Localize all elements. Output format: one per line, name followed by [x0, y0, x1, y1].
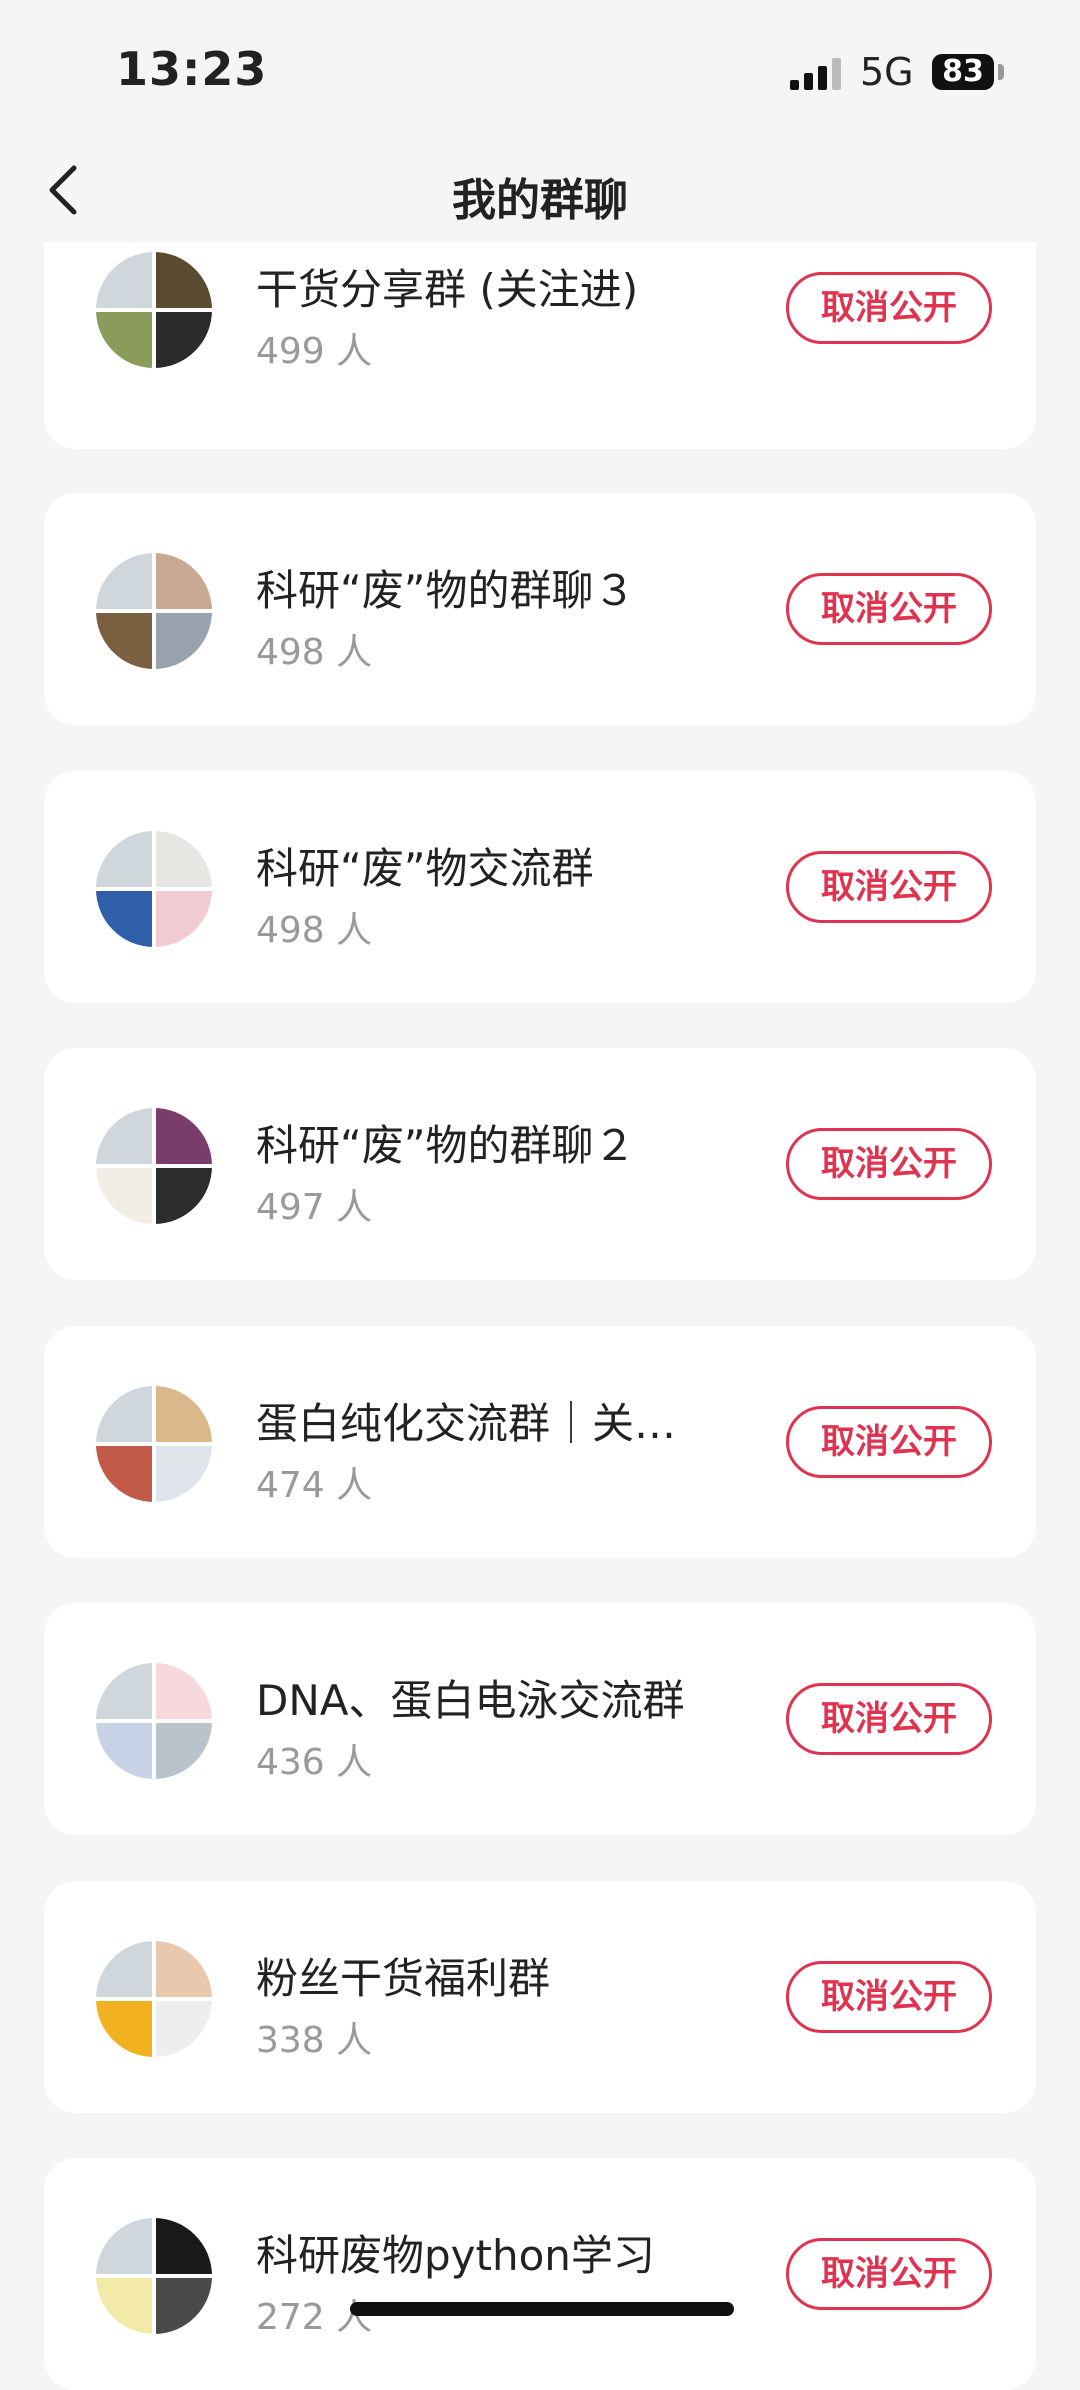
group-card[interactable]: 科研“废”物的群聊２ 497 人 取消公开 — [44, 1048, 1036, 1280]
group-card[interactable]: 蛋白纯化交流群｜关… 474 人 取消公开 — [44, 1326, 1036, 1558]
page-title: 我的群聊 — [452, 175, 628, 226]
avatar-tile — [96, 831, 152, 887]
avatar-tile — [96, 2218, 152, 2274]
avatar-tile — [156, 891, 212, 947]
group-name: 粉丝干货福利群 — [256, 1954, 551, 2003]
unpublish-button[interactable]: 取消公开 — [786, 851, 992, 923]
avatar-tile — [96, 613, 152, 669]
avatar-tile — [96, 312, 152, 368]
avatar-tile — [96, 252, 152, 308]
member-count: 436 人 — [256, 1742, 373, 1783]
group-name: 干货分享群 (关注进) — [256, 265, 639, 314]
group-card[interactable]: 科研“废”物的群聊３ 498 人 取消公开 — [44, 493, 1036, 725]
group-avatar — [96, 2218, 212, 2334]
network-type: 5G — [860, 50, 914, 94]
group-card[interactable]: 科研废物python学习 272 人取消公开 — [44, 2158, 1036, 2390]
status-bar: 13:23 5G 83 — [0, 0, 1080, 140]
avatar-tile — [96, 1723, 152, 1779]
avatar-tile — [156, 1941, 212, 1997]
group-card[interactable]: 粉丝干货福利群 338 人 取消公开 — [44, 1881, 1036, 2113]
avatar-tile — [96, 2001, 152, 2057]
group-card[interactable]: 干货分享群 (关注进) 499 人 取消公开 — [44, 242, 1036, 449]
group-avatar — [96, 1386, 212, 1502]
group-avatar — [96, 1663, 212, 1779]
unpublish-button[interactable]: 取消公开 — [786, 1406, 992, 1478]
avatar-tile — [156, 2218, 212, 2274]
avatar-tile — [96, 1663, 152, 1719]
signal-icon — [790, 58, 841, 90]
group-name: DNA、蛋白电泳交流群 — [256, 1676, 685, 1725]
group-name: 科研“废”物的群聊２ — [256, 1121, 636, 1170]
avatar-tile — [156, 1663, 212, 1719]
group-avatar — [96, 1108, 212, 1224]
avatar-tile — [156, 2001, 212, 2057]
avatar-tile — [96, 2278, 152, 2334]
avatar-tile — [96, 1446, 152, 1502]
avatar-tile — [96, 1168, 152, 1224]
nav-bar: 我的群聊 — [0, 140, 1080, 240]
member-count: 474 人 — [256, 1465, 373, 1506]
battery-icon: 83 — [932, 54, 994, 90]
unpublish-button[interactable]: 取消公开 — [786, 1683, 992, 1755]
avatar-tile — [156, 1168, 212, 1224]
avatar-tile — [156, 1723, 212, 1779]
status-time: 13:23 — [116, 42, 268, 96]
avatar-tile — [156, 553, 212, 609]
member-count: 338 人 — [256, 2020, 373, 2061]
group-avatar — [96, 831, 212, 947]
unpublish-button[interactable]: 取消公开 — [786, 272, 992, 344]
member-count: 498 人 — [256, 910, 373, 951]
battery-tip — [998, 64, 1004, 80]
avatar-tile — [156, 613, 212, 669]
unpublish-button[interactable]: 取消公开 — [786, 573, 992, 645]
avatar-tile — [156, 312, 212, 368]
avatar-tile — [156, 831, 212, 887]
avatar-tile — [96, 1941, 152, 1997]
group-card[interactable]: DNA、蛋白电泳交流群 436 人 取消公开 — [44, 1603, 1036, 1835]
avatar-tile — [156, 252, 212, 308]
avatar-tile — [96, 553, 152, 609]
unpublish-button[interactable]: 取消公开 — [786, 1961, 992, 2033]
group-name: 科研“废”物的群聊３ — [256, 566, 636, 615]
avatar-tile — [156, 2278, 212, 2334]
group-card[interactable]: 科研“废”物交流群 498 人 取消公开 — [44, 771, 1036, 1003]
avatar-tile — [96, 891, 152, 947]
member-count: 498 人 — [256, 632, 373, 673]
group-name: 蛋白纯化交流群｜关… — [256, 1399, 677, 1448]
avatar-tile — [156, 1108, 212, 1164]
avatar-tile — [156, 1446, 212, 1502]
avatar-tile — [156, 1386, 212, 1442]
group-avatar — [96, 1941, 212, 2057]
member-count: 499 人 — [256, 331, 373, 372]
group-name: 科研废物python学习 — [256, 2231, 655, 2280]
group-name: 科研“废”物交流群 — [256, 844, 594, 893]
unpublish-button[interactable]: 取消公开 — [786, 2238, 992, 2310]
avatar-tile — [96, 1386, 152, 1442]
home-indicator — [350, 2302, 734, 2316]
member-count: 497 人 — [256, 1187, 373, 1228]
group-avatar — [96, 252, 212, 368]
unpublish-button[interactable]: 取消公开 — [786, 1128, 992, 1200]
avatar-tile — [96, 1108, 152, 1164]
group-avatar — [96, 553, 212, 669]
